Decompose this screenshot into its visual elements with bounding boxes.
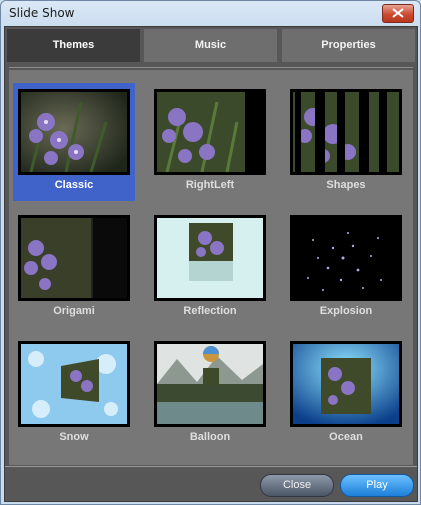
theme-balloon[interactable]: Balloon bbox=[149, 335, 271, 453]
theme-thumbnail bbox=[290, 89, 402, 175]
tab-bar: Themes Music Properties bbox=[5, 27, 417, 65]
tab-music[interactable]: Music bbox=[144, 29, 277, 62]
theme-label: Reflection bbox=[183, 305, 237, 317]
title-bar[interactable]: Slide Show bbox=[1, 1, 420, 26]
window-close-button[interactable] bbox=[382, 4, 414, 23]
close-icon bbox=[392, 8, 404, 18]
theme-label: RightLeft bbox=[185, 179, 235, 191]
theme-snow[interactable]: Snow bbox=[13, 335, 135, 453]
theme-label: Classic bbox=[54, 179, 94, 191]
tab-properties[interactable]: Properties bbox=[282, 29, 415, 62]
theme-thumbnail bbox=[154, 89, 266, 175]
theme-thumbnail bbox=[18, 341, 130, 427]
tab-divider bbox=[9, 67, 413, 68]
slideshow-window: Slide Show Themes Music Properties Class… bbox=[0, 0, 421, 505]
close-button[interactable]: Close bbox=[260, 474, 334, 497]
theme-label: Origami bbox=[53, 305, 95, 317]
theme-rightleft[interactable]: RightLeft bbox=[149, 83, 271, 201]
theme-thumbnail bbox=[154, 215, 266, 301]
theme-reflection[interactable]: Reflection bbox=[149, 209, 271, 327]
theme-thumbnail bbox=[290, 215, 402, 301]
theme-classic[interactable]: Classic bbox=[13, 83, 135, 201]
theme-explosion[interactable]: Explosion bbox=[285, 209, 407, 327]
theme-thumbnail bbox=[290, 341, 402, 427]
theme-thumbnail bbox=[154, 341, 266, 427]
theme-thumbnail bbox=[18, 89, 130, 175]
theme-label: Shapes bbox=[326, 179, 366, 191]
client-area: Themes Music Properties Classic RightLef… bbox=[4, 26, 418, 502]
theme-label: Explosion bbox=[319, 305, 373, 317]
theme-label: Balloon bbox=[189, 431, 231, 443]
theme-thumbnail bbox=[18, 215, 130, 301]
theme-label: Ocean bbox=[329, 431, 363, 443]
window-title: Slide Show bbox=[9, 6, 75, 20]
theme-origami[interactable]: Origami bbox=[13, 209, 135, 327]
theme-shapes[interactable]: Shapes bbox=[285, 83, 407, 201]
theme-ocean[interactable]: Ocean bbox=[285, 335, 407, 453]
footer-divider bbox=[5, 466, 417, 467]
theme-label: Snow bbox=[59, 431, 89, 443]
play-button[interactable]: Play bbox=[340, 474, 414, 497]
tab-themes[interactable]: Themes bbox=[7, 29, 140, 62]
themes-grid: Classic RightLeft Shapes Origami Reflect… bbox=[9, 70, 413, 465]
